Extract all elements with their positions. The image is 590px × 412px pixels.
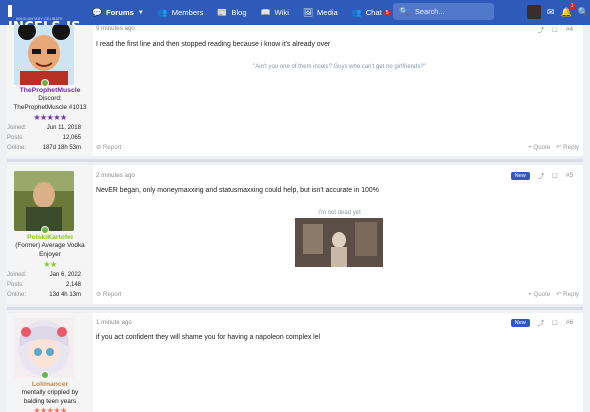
joined-stat: Joined: Jun 11, 2018	[7, 125, 81, 131]
nav-wiki[interactable]: 📖 Wiki	[254, 0, 296, 25]
main-nav: 💬 Forums ▼ 👥 Members 📰 Blog 📖 Wiki 🖼 Med…	[85, 0, 407, 25]
posts-stat: Posts: 2,148	[7, 282, 81, 288]
avatar[interactable]	[14, 318, 74, 378]
post-time[interactable]: 1 minute ago	[96, 319, 132, 326]
bookmark-icon[interactable]: ☐	[552, 172, 558, 180]
online-indicator	[41, 79, 49, 87]
user-title: (Former) Average Vodka Enjoyer	[15, 242, 85, 258]
post-number[interactable]: #6	[566, 319, 573, 326]
report-icon: ⊘	[96, 144, 103, 151]
username[interactable]: TheProphetMuscle	[7, 87, 93, 94]
user-title: mentally crippled by balding teen years	[21, 389, 79, 405]
avatar[interactable]	[14, 25, 74, 85]
search-icon: 🔍	[399, 7, 409, 16]
report-link[interactable]: ⊘ Report	[96, 291, 121, 298]
signature-caption: I'm not dead yet	[318, 210, 361, 216]
quote-button[interactable]: + Quote	[528, 144, 550, 151]
post-message: if you act confident they will shame you…	[96, 334, 321, 341]
media-icon: 🖼	[302, 8, 314, 17]
account-tools: ✉ 🔔 1 🔍	[527, 2, 589, 21]
post-tools: New ⤴ ☐ #6	[510, 318, 573, 327]
user-title: Discord: TheProphetMuscle #1013	[13, 95, 87, 111]
inbox-icon[interactable]: ✉	[547, 7, 555, 18]
post-message: NevER began, only moneymaxxing and statu…	[96, 187, 379, 194]
post-4: TheProphetMuscle Discord: TheProphetMusc…	[7, 25, 583, 156]
top-navigation-bar: INCELS.IS INVOLUNTARY CELIBATE 💬 Forums …	[0, 0, 590, 35]
share-icon[interactable]: ⤴	[538, 171, 544, 180]
post-number[interactable]: #5	[566, 172, 573, 179]
avatar[interactable]	[14, 171, 74, 231]
rank-stars: ★★★★★	[33, 113, 67, 122]
nav-blog[interactable]: 📰 Blog	[210, 0, 253, 25]
blog-icon: 📰	[217, 8, 228, 17]
post-time[interactable]: 9 minutes ago	[96, 25, 135, 32]
report-icon: ⊘	[96, 291, 103, 298]
avatar-image	[14, 25, 74, 85]
chat-count-badge: 5	[383, 9, 391, 16]
site-logo[interactable]: INCELS.IS INVOLUNTARY CELIBATE	[8, 2, 81, 35]
online-stat: Online: 187d 18h 53m	[7, 145, 81, 151]
bookmark-icon[interactable]: ☐	[552, 26, 558, 34]
wiki-icon: 📖	[260, 8, 271, 17]
post-number[interactable]: #4	[566, 26, 573, 33]
post-tools: ⤴ ☐ #4	[538, 25, 573, 34]
post-tools: New ⤴ ☐ #5	[510, 171, 573, 180]
online-indicator	[41, 371, 49, 379]
avatar-image	[14, 171, 74, 231]
forums-icon: 💬	[92, 8, 102, 17]
nav-forums[interactable]: 💬 Forums ▼	[85, 0, 151, 25]
user-pane: Lolimancer mentally crippled by balding …	[7, 313, 93, 412]
share-icon[interactable]: ⤴	[538, 318, 544, 327]
chat-icon: 👥	[351, 8, 362, 17]
online-stat: Online: 13d 4h 13m	[7, 292, 81, 298]
quote-button[interactable]: + Quote	[528, 291, 550, 298]
reply-button[interactable]: ↶ Reply	[556, 144, 579, 151]
new-badge: New	[510, 171, 530, 180]
nav-media[interactable]: 🖼 Media	[296, 0, 345, 25]
bookmark-icon[interactable]: ☐	[552, 319, 558, 327]
avatar-image	[14, 318, 74, 378]
alerts-bell-icon[interactable]: 🔔 1	[561, 2, 576, 18]
reply-button[interactable]: ↶ Reply	[556, 291, 579, 298]
report-link[interactable]: ⊘ Report	[96, 144, 121, 151]
chevron-down-icon[interactable]: ▼	[138, 10, 144, 16]
members-icon: 👥	[157, 8, 168, 17]
share-icon[interactable]: ⤴	[538, 25, 544, 34]
post-actions: + Quote ↶ Reply	[528, 144, 579, 151]
alerts-badge: 1	[568, 2, 576, 10]
post-divider	[7, 307, 583, 310]
account-avatar[interactable]	[527, 5, 541, 19]
search-input[interactable]: 🔍 Search...	[393, 3, 494, 20]
posts-stat: Posts: 12,065	[7, 135, 81, 141]
post-actions: + Quote ↶ Reply	[528, 291, 579, 298]
username[interactable]: Lolimancer	[7, 381, 93, 388]
joined-stat: Joined: Jan 6, 2022	[7, 272, 81, 278]
post-5: PolskiKartofel (Former) Average Vodka En…	[7, 165, 583, 304]
search-icon[interactable]: 🔍	[578, 7, 589, 18]
signature-image	[295, 218, 383, 267]
user-pane: TheProphetMuscle Discord: TheProphetMusc…	[7, 25, 93, 156]
nav-members[interactable]: 👥 Members	[151, 0, 211, 25]
rank-stars: ★★★★★	[33, 406, 67, 412]
signature-picture	[295, 218, 383, 267]
rank-stars: ★★	[43, 260, 57, 269]
post-divider	[7, 159, 583, 162]
post-6: Lolimancer mentally crippled by balding …	[7, 313, 583, 412]
user-pane: PolskiKartofel (Former) Average Vodka En…	[7, 165, 93, 304]
post-message: I read the first line and then stopped r…	[96, 41, 331, 48]
username[interactable]: PolskiKartofel	[7, 234, 93, 241]
signature: "Ain't you one of them incels? Guys who …	[253, 64, 426, 70]
new-badge: New	[510, 318, 530, 327]
online-indicator	[41, 226, 49, 234]
post-time[interactable]: 2 minutes ago	[96, 172, 135, 179]
